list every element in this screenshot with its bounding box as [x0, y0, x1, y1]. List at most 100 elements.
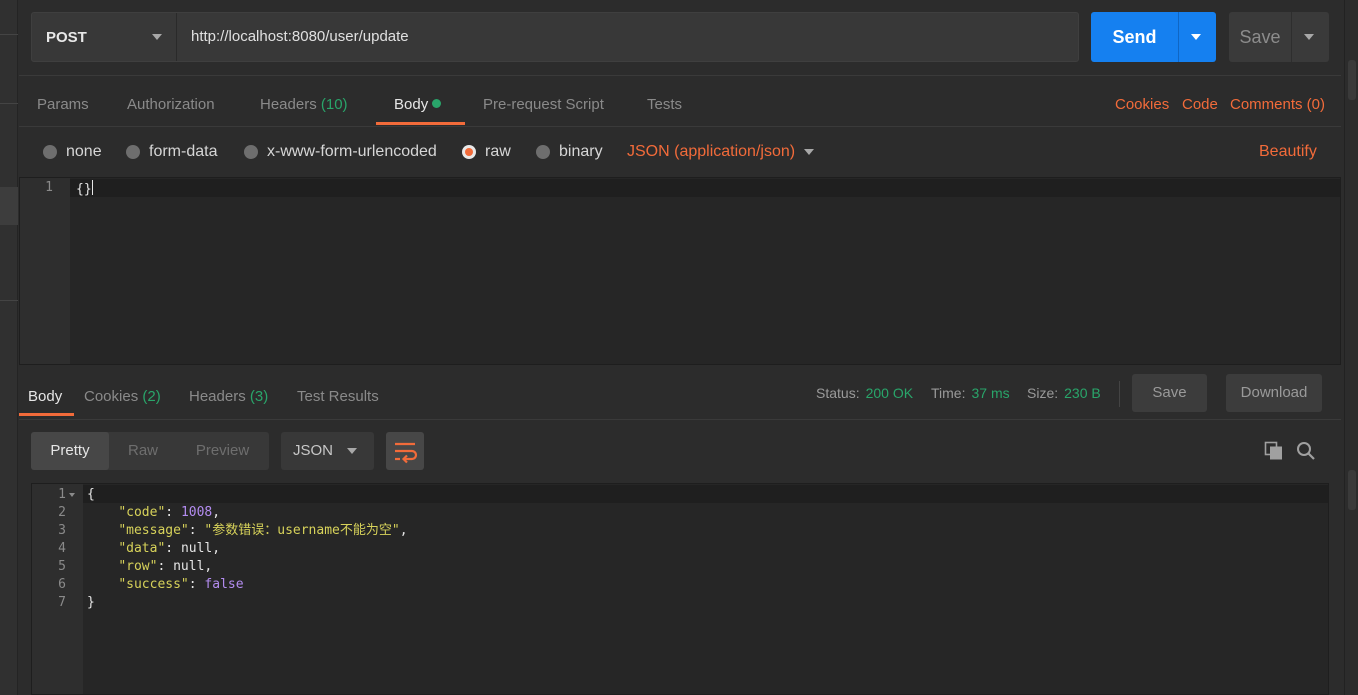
scrollbar-thumb[interactable]	[1348, 60, 1356, 100]
json-value: null	[180, 541, 213, 556]
wrap-lines-button[interactable]	[386, 432, 424, 470]
format-label: JSON	[293, 442, 334, 459]
save-response-button[interactable]: Save	[1132, 374, 1207, 412]
json-key: "data"	[118, 541, 166, 556]
download-button[interactable]: Download	[1226, 374, 1322, 412]
code-line: 3 "message": "参数错误：username不能为空",	[32, 522, 1328, 540]
radio-icon	[43, 145, 57, 159]
divider	[1119, 381, 1120, 407]
cookies-link[interactable]: Cookies	[1115, 96, 1169, 113]
divider	[19, 75, 1341, 76]
save-request-button[interactable]: Save	[1229, 12, 1329, 62]
headers-count: (10)	[320, 96, 348, 113]
code-text: "data": null,	[118, 541, 221, 556]
json-key: "code"	[118, 505, 166, 520]
request-body-editor[interactable]: 1 {}	[19, 177, 1341, 365]
active-line	[70, 179, 1340, 197]
sidebar-selected-item[interactable]	[0, 187, 18, 225]
radio-icon	[126, 145, 140, 159]
wrap-lines-icon	[395, 442, 418, 464]
save-divider	[1291, 12, 1292, 62]
text-cursor	[91, 180, 93, 195]
code-line: 5 "row": null,	[32, 558, 1328, 576]
copy-icon[interactable]	[1264, 441, 1284, 461]
comments-link[interactable]: Comments (0)	[1230, 96, 1325, 113]
content-type-select[interactable]: JSON (application/json)	[627, 143, 795, 161]
radio-x-www-form-urlencoded[interactable]: x-www-form-urlencoded	[244, 143, 437, 161]
radio-raw[interactable]: raw	[462, 143, 511, 161]
json-key: "success"	[118, 577, 189, 592]
json-value: null	[173, 559, 205, 574]
line-number: 6	[58, 577, 66, 592]
divider	[19, 419, 1341, 420]
radio-binary[interactable]: binary	[536, 143, 603, 161]
save-label: Save	[1239, 27, 1281, 47]
code-link[interactable]: Code	[1182, 96, 1218, 113]
json-value: "参数错误：username不能为空"	[204, 523, 400, 538]
response-tab-headers[interactable]: Headers (3)	[189, 388, 268, 405]
response-tab-cookies[interactable]: Cookies (2)	[84, 388, 161, 405]
sidebar-divider	[0, 103, 18, 104]
status-value: 200 OK	[865, 385, 914, 401]
radio-none[interactable]: none	[43, 143, 102, 161]
line-number: 4	[58, 541, 66, 556]
sidebar-divider	[0, 300, 18, 301]
code-line: 6 "success": false	[32, 576, 1328, 594]
tab-tests[interactable]: Tests	[647, 96, 682, 113]
response-tab-body[interactable]: Body	[28, 388, 62, 405]
tab-headers[interactable]: Headers (10)	[260, 96, 348, 113]
chevron-down-icon	[152, 34, 162, 40]
code-text: {	[87, 487, 95, 502]
view-preview[interactable]: Preview	[181, 432, 264, 470]
tab-body[interactable]: Body	[394, 96, 442, 113]
send-button[interactable]: Send	[1091, 12, 1216, 62]
response-body-viewer[interactable]: 1 {2 "code": 1008, 3 "message": "参数错误：user…	[31, 483, 1329, 695]
radio-icon	[244, 145, 258, 159]
json-value: 1008	[180, 505, 213, 520]
send-options-chevron-icon[interactable]	[1191, 34, 1201, 40]
request-url-bar: POST http://localhost:8080/user/update	[31, 12, 1079, 62]
code-line: 7}	[32, 594, 1328, 612]
chevron-down-icon[interactable]	[804, 149, 814, 155]
send-label: Send	[1112, 27, 1157, 47]
tab-params[interactable]: Params	[37, 96, 89, 113]
json-value: false	[204, 577, 244, 592]
code-text: "message": "参数错误：username不能为空",	[118, 523, 408, 538]
json-key: "row"	[118, 559, 158, 574]
radio-form-data[interactable]: form-data	[126, 143, 217, 161]
line-number: 1	[45, 180, 53, 195]
code-text: "code": 1008,	[118, 505, 221, 520]
chevron-down-icon	[347, 448, 357, 454]
method-select[interactable]: POST	[32, 13, 177, 61]
active-tab-underline	[19, 413, 74, 416]
request-body-code[interactable]: {}	[76, 180, 93, 197]
url-input[interactable]: http://localhost:8080/user/update	[191, 13, 409, 61]
code-line: 4 "data": null,	[32, 540, 1328, 558]
scrollbar-thumb[interactable]	[1348, 470, 1356, 510]
response-tab-test-results[interactable]: Test Results	[297, 388, 379, 405]
beautify-link[interactable]: Beautify	[1259, 143, 1317, 161]
code-text: "row": null,	[118, 559, 213, 574]
format-select[interactable]: JSON	[281, 432, 374, 470]
view-pretty[interactable]: Pretty	[31, 432, 109, 470]
right-scrollbar[interactable]	[1344, 0, 1358, 695]
body-indicator-dot	[432, 99, 442, 108]
divider	[19, 126, 1341, 127]
view-mode-switch: Pretty Raw Preview	[31, 432, 269, 470]
editor-gutter: 1	[20, 178, 70, 364]
search-icon[interactable]	[1296, 441, 1316, 461]
fold-toggle-icon[interactable]	[69, 493, 75, 497]
line-number: 3	[58, 523, 66, 538]
method-label: POST	[46, 28, 87, 46]
view-raw[interactable]: Raw	[115, 432, 171, 470]
line-number: 2	[58, 505, 66, 520]
code-text: "success": false	[118, 577, 244, 592]
line-number: 7	[58, 595, 66, 610]
save-options-chevron-icon[interactable]	[1304, 34, 1314, 40]
json-key: "message"	[118, 523, 189, 538]
line-number: 1	[58, 487, 66, 502]
tab-authorization[interactable]: Authorization	[127, 96, 215, 113]
tab-pre-request-script[interactable]: Pre-request Script	[483, 96, 604, 113]
time-value: 37 ms	[971, 385, 1010, 401]
cookies-count: (2)	[142, 388, 161, 405]
